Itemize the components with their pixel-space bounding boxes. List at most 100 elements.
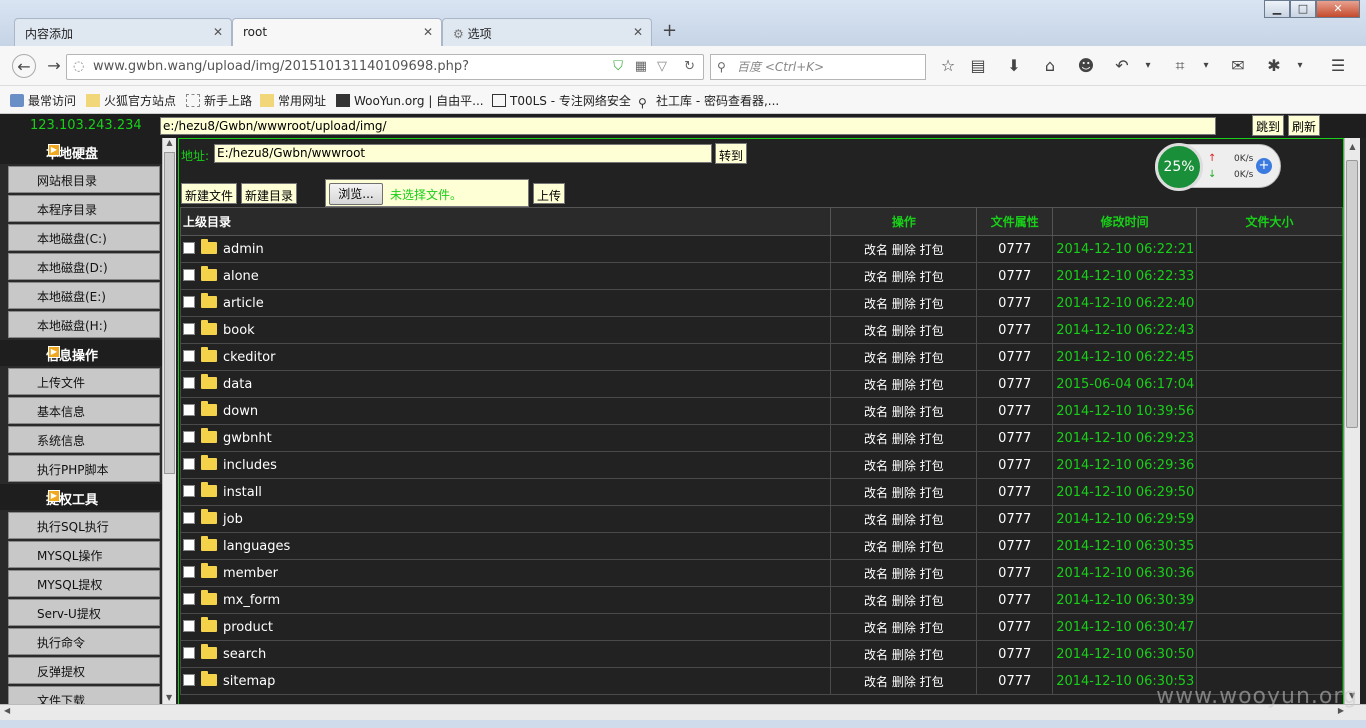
sidebar-item-file-download[interactable]: 文件下载 (8, 686, 160, 704)
tab-root[interactable]: root ✕ (232, 18, 442, 46)
sidebar-item-program-dir[interactable]: 本程序目录 (8, 195, 160, 222)
address-input[interactable]: E:/hezu8/Gwbn/wwwroot (214, 144, 712, 163)
row-mtime[interactable]: 2014-12-10 06:22:43 (1052, 316, 1198, 344)
row-actions[interactable]: 改名 删除 打包 (830, 505, 978, 533)
tab-content-add[interactable]: 内容添加 ✕ (14, 18, 232, 46)
folder-link[interactable]: book (223, 323, 255, 338)
sidebar-scrollbar[interactable]: ▲ ▼ (162, 138, 176, 704)
row-checkbox[interactable] (183, 241, 195, 254)
minimize-icon[interactable]: ▁ (1264, 0, 1290, 18)
row-mtime[interactable]: 2015-06-04 06:17:04 (1052, 370, 1198, 398)
row-mtime[interactable]: 2014-12-10 06:29:23 (1052, 424, 1198, 452)
row-checkbox[interactable] (183, 565, 195, 578)
close-tab-icon[interactable]: ✕ (423, 25, 433, 39)
url-bar[interactable]: ◌ www.gwbn.wang/upload/img/2015101311401… (66, 54, 704, 80)
row-checkbox[interactable] (183, 646, 195, 659)
row-checkbox[interactable] (183, 268, 195, 281)
upload-button[interactable]: 上传 (533, 183, 566, 204)
folder-link[interactable]: member (223, 566, 278, 581)
folder-link[interactable]: includes (223, 458, 277, 473)
extension-icon[interactable]: ✱ (1262, 54, 1286, 78)
sidebar-item-disk-h[interactable]: 本地磁盘(H:) (8, 311, 160, 338)
reload-icon[interactable]: ↻ (684, 55, 695, 79)
close-window-icon[interactable]: ✕ (1316, 0, 1360, 18)
sidebar-item-upload[interactable]: 上传文件 (8, 368, 160, 395)
folder-link[interactable]: gwbnht (223, 431, 272, 446)
bookmark-star-icon[interactable]: ☆ (936, 54, 960, 78)
folder-link[interactable]: sitemap (223, 674, 275, 689)
row-mtime[interactable]: 2014-12-10 06:30:47 (1052, 613, 1198, 641)
sidebar-item-basic-info[interactable]: 基本信息 (8, 397, 160, 424)
row-checkbox[interactable] (183, 403, 195, 416)
row-actions[interactable]: 改名 删除 打包 (830, 613, 978, 641)
row-checkbox[interactable] (183, 619, 195, 632)
row-mtime[interactable]: 2014-12-10 06:22:45 (1052, 343, 1198, 371)
row-mtime[interactable]: 2014-12-10 06:22:33 (1052, 262, 1198, 290)
sidebar-item-exec-cmd[interactable]: 执行命令 (8, 628, 160, 655)
sidebar-item-servu-privesc[interactable]: Serv-U提权 (8, 599, 160, 626)
bookmark-sgk[interactable]: ⚲ 社工库 - 密码查看器,... (638, 92, 779, 110)
scroll-up-icon[interactable]: ▲ (1345, 142, 1360, 151)
row-actions[interactable]: 改名 删除 打包 (830, 316, 978, 344)
comment-icon[interactable]: ✉ (1226, 54, 1250, 78)
path-input[interactable]: e:/hezu8/Gwbn/wwwroot/upload/img/ (160, 117, 1216, 135)
sidebar-item-run-php[interactable]: 执行PHP脚本 (8, 455, 160, 482)
new-tab-icon[interactable]: + (662, 20, 677, 41)
row-permission[interactable]: 0777 (976, 424, 1054, 452)
folder-link[interactable]: languages (223, 539, 290, 554)
jump-button[interactable]: 跳到 (1252, 115, 1285, 136)
folder-link[interactable]: product (223, 620, 273, 635)
chevron-down-icon[interactable]: ▾ (1194, 54, 1218, 78)
row-mtime[interactable]: 2014-12-10 06:30:39 (1052, 586, 1198, 614)
bookmark-t00ls[interactable]: T00LS - 专注网络安全 (492, 92, 631, 109)
folder-link[interactable]: admin (223, 242, 264, 257)
row-permission[interactable]: 0777 (976, 505, 1054, 533)
row-mtime[interactable]: 2014-12-10 06:30:50 (1052, 640, 1198, 668)
folder-link[interactable]: ckeditor (223, 350, 275, 365)
row-checkbox[interactable] (183, 322, 195, 335)
bookmark-firefox-site[interactable]: 火狐官方站点 (86, 92, 176, 109)
row-mtime[interactable]: 2014-12-10 06:22:40 (1052, 289, 1198, 317)
folder-link[interactable]: job (223, 512, 243, 527)
scroll-up-icon[interactable]: ▲ (163, 138, 176, 147)
undo-icon[interactable]: ↶ (1110, 54, 1134, 78)
new-dir-button[interactable]: 新建目录 (241, 183, 298, 204)
plus-icon[interactable]: + (1256, 158, 1272, 174)
row-actions[interactable]: 改名 删除 打包 (830, 667, 978, 695)
parent-dir-link[interactable]: 上级目录 (179, 207, 832, 236)
row-permission[interactable]: 0777 (976, 370, 1054, 398)
folder-link[interactable]: alone (223, 269, 259, 284)
sidebar-item-disk-c[interactable]: 本地磁盘(C:) (8, 224, 160, 251)
back-icon[interactable]: ← (12, 54, 36, 78)
home-icon[interactable]: ⌂ (1038, 54, 1062, 78)
search-input[interactable]: ⚲ 百度 <Ctrl+K> (710, 54, 926, 80)
sidebar-item-disk-d[interactable]: 本地磁盘(D:) (8, 253, 160, 280)
row-actions[interactable]: 改名 删除 打包 (830, 424, 978, 452)
forward-icon[interactable]: → (42, 54, 66, 78)
chat-icon[interactable]: ☻ (1074, 54, 1098, 78)
sidebar-item-disk-e[interactable]: 本地磁盘(E:) (8, 282, 160, 309)
folder-link[interactable]: article (223, 296, 264, 311)
sidebar-item-sql-exec[interactable]: 执行SQL执行 (8, 512, 160, 539)
folder-link[interactable]: install (223, 485, 262, 500)
row-checkbox[interactable] (183, 295, 195, 308)
row-permission[interactable]: 0777 (976, 640, 1054, 668)
close-tab-icon[interactable]: ✕ (213, 25, 223, 39)
row-actions[interactable]: 改名 删除 打包 (830, 370, 978, 398)
goto-button[interactable]: 转到 (715, 143, 748, 164)
row-permission[interactable]: 0777 (976, 397, 1054, 425)
row-permission[interactable]: 0777 (976, 316, 1054, 344)
reader-icon[interactable]: ▤ (966, 54, 990, 78)
row-actions[interactable]: 改名 删除 打包 (830, 559, 978, 587)
row-mtime[interactable]: 2014-12-10 06:29:50 (1052, 478, 1198, 506)
row-permission[interactable]: 0777 (976, 343, 1054, 371)
row-actions[interactable]: 改名 删除 打包 (830, 478, 978, 506)
sidebar-item-mysql-privesc[interactable]: MYSQL提权 (8, 570, 160, 597)
row-permission[interactable]: 0777 (976, 451, 1054, 479)
row-permission[interactable]: 0777 (976, 235, 1054, 263)
row-actions[interactable]: 改名 删除 打包 (830, 532, 978, 560)
chevron-down-icon[interactable]: ▾ (1288, 54, 1312, 78)
browse-button[interactable]: 浏览... (329, 183, 383, 205)
row-actions[interactable]: 改名 删除 打包 (830, 397, 978, 425)
bookmark-most-visited[interactable]: 最常访问 (10, 92, 76, 109)
